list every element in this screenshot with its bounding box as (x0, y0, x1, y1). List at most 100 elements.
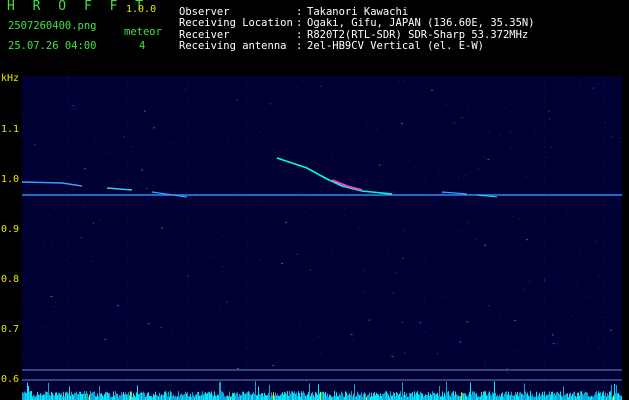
noise-bar (330, 395, 331, 400)
noise-bar (433, 392, 434, 400)
noise-bar (478, 396, 479, 400)
noise-speckle (93, 142, 95, 144)
noise-bar (77, 394, 78, 400)
noise-bar (590, 396, 591, 400)
noise-speckle (63, 259, 66, 260)
noise-bar (591, 395, 592, 400)
noise-bar (280, 394, 281, 400)
noise-bar (494, 381, 495, 400)
noise-bar (536, 391, 537, 400)
noise-bar (209, 391, 210, 400)
noise-bar (134, 395, 135, 400)
noise-bar (32, 396, 33, 400)
noise-bar (129, 395, 130, 400)
noise-bar (97, 393, 98, 400)
noise-speckle (436, 198, 439, 199)
noise-bar (292, 391, 293, 400)
noise-bar (178, 391, 179, 400)
filename: 2507260400.png (8, 20, 97, 32)
noise-bar (373, 393, 374, 400)
noise-speckle (420, 353, 423, 355)
noise-speckle (500, 306, 502, 308)
noise-bar (288, 395, 289, 400)
noise-bar (481, 392, 482, 400)
noise-bar (413, 396, 414, 400)
noise-speckle (425, 177, 428, 179)
noise-speckle (262, 306, 264, 308)
noise-speckle (279, 164, 282, 166)
noise-bar (353, 394, 354, 400)
noise-speckle (47, 145, 49, 147)
noise-bar (329, 394, 330, 400)
noise-bar (321, 392, 322, 400)
noise-speckle (343, 208, 346, 210)
noise-bar (110, 396, 111, 400)
noise-speckle (470, 291, 472, 293)
noise-bar (318, 384, 319, 400)
noise-bar (265, 394, 266, 400)
noise-bar (167, 396, 168, 400)
noise-bar (264, 392, 265, 400)
noise-bar (52, 393, 53, 400)
noise-bar (205, 392, 206, 400)
noise-bar (188, 396, 189, 400)
noise-bar (215, 395, 216, 400)
noise-bar (519, 392, 520, 400)
noise-bar (148, 392, 149, 400)
noise-speckle (498, 159, 500, 161)
noise-speckle (592, 87, 594, 89)
noise-speckle (561, 322, 563, 324)
noise-bar (249, 392, 250, 400)
noise-speckle (116, 297, 118, 299)
noise-bar (276, 395, 277, 400)
noise-bar (302, 392, 303, 400)
noise-speckle (498, 339, 500, 341)
noise-bar (428, 392, 429, 400)
noise-bar (67, 392, 68, 400)
noise-bar (56, 392, 57, 400)
noise-bar (262, 393, 263, 400)
noise-bar (271, 392, 272, 400)
noise-bar (248, 391, 249, 400)
noise-speckle (577, 82, 580, 84)
noise-bar (274, 395, 275, 400)
noise-bar (604, 395, 605, 400)
noise-bar (595, 392, 596, 400)
noise-bar (601, 396, 602, 400)
noise-bar (323, 392, 324, 400)
noise-speckle (256, 134, 258, 136)
noise-bar (289, 391, 290, 400)
noise-bar (347, 395, 348, 400)
noise-bar (432, 391, 433, 400)
noise-bar (45, 391, 46, 400)
noise-speckle (437, 353, 439, 355)
noise-bar (342, 392, 343, 400)
noise-speckle (466, 321, 469, 323)
noise-bar (475, 394, 476, 400)
noise-bar (456, 394, 457, 400)
noise-speckle (503, 127, 505, 129)
noise-speckle (527, 261, 529, 263)
noise-bar (387, 392, 388, 400)
noise-speckle (75, 199, 77, 201)
noise-bar (331, 396, 332, 400)
noise-bar (404, 391, 405, 400)
noise-bar (171, 392, 172, 400)
noise-speckle (321, 302, 322, 304)
noise-bar (102, 395, 103, 400)
noise-bar (452, 392, 453, 400)
noise-bar (260, 394, 261, 400)
noise-speckle (68, 198, 70, 199)
noise-bar (90, 391, 91, 400)
noise-speckle (168, 125, 170, 127)
noise-bar (474, 391, 475, 400)
noise-speckle (362, 270, 365, 272)
noise-bar (358, 393, 359, 400)
noise-speckle (134, 366, 137, 368)
noise-speckle (611, 219, 613, 220)
noise-bar (334, 391, 335, 400)
noise-bar (343, 396, 344, 400)
noise-bar (54, 395, 55, 400)
noise-speckle (572, 295, 575, 297)
noise-bar (337, 396, 338, 400)
